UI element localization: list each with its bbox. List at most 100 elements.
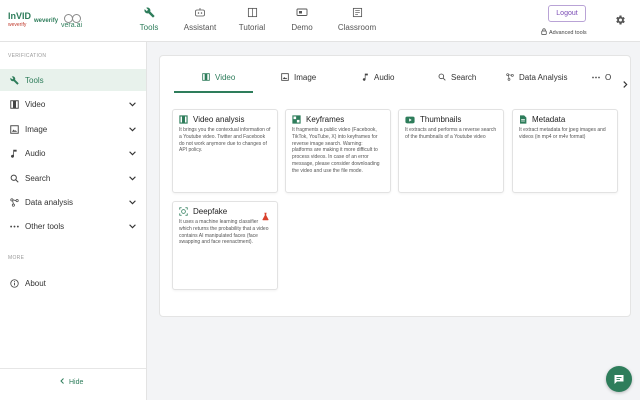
- tool-description: It uses a machine learning classifier wh…: [179, 219, 269, 246]
- sidebar-item-video[interactable]: Video: [0, 93, 146, 115]
- info-icon: [9, 278, 19, 288]
- settings-button[interactable]: [614, 13, 626, 25]
- graph-icon: [9, 197, 19, 207]
- keyframes-icon: [292, 115, 301, 124]
- tabs-scroll-right-button[interactable]: [623, 75, 628, 93]
- sidebar-section-verification: VERIFICATION: [8, 53, 47, 59]
- active-tab-indicator: [174, 91, 253, 93]
- tab-audio-label: Audio: [374, 72, 395, 82]
- sidebar-item-label: Image: [25, 124, 48, 134]
- tool-description: It extract metadata for jpeg images and …: [519, 127, 606, 140]
- sidebar-item-search[interactable]: Search: [0, 167, 146, 189]
- top-app-bar: InVID weverify weverify vera.ai Tools As…: [0, 0, 640, 42]
- sidebar-item-label: About: [25, 278, 46, 288]
- topnav-classroom[interactable]: Classroom: [326, 4, 388, 32]
- tool-card-deepfake[interactable]: Deepfake It uses a machine learning clas…: [172, 201, 278, 290]
- topnav-tools[interactable]: Tools: [124, 4, 174, 32]
- tab-video-label: Video: [215, 72, 236, 82]
- more-dots-icon: [592, 76, 600, 79]
- youtube-icon: [405, 116, 415, 124]
- chevron-down-icon: [129, 198, 136, 207]
- chevron-down-icon: [129, 149, 136, 158]
- invid-logo-text: InVID: [8, 11, 32, 21]
- tab-search[interactable]: Search: [438, 62, 476, 92]
- tool-card-video-analysis[interactable]: Video analysis It brings you the context…: [172, 109, 278, 193]
- tools-panel: Video Image Audio Search Data Analysis O: [159, 55, 631, 317]
- hide-sidebar-button[interactable]: Hide: [60, 378, 83, 386]
- search-icon: [9, 173, 19, 183]
- top-navigation: Tools Assistant Tutorial Demo Classroom: [124, 4, 388, 32]
- tab-other[interactable]: O: [592, 62, 611, 92]
- tool-title: Keyframes: [306, 115, 345, 124]
- topnav-assistant[interactable]: Assistant: [174, 4, 226, 32]
- sidebar-item-about[interactable]: About: [0, 272, 146, 294]
- sidebar-item-other-tools[interactable]: Other tools: [0, 215, 146, 237]
- hide-sidebar-label: Hide: [69, 378, 84, 386]
- logout-button[interactable]: Logout: [548, 5, 586, 22]
- graph-icon: [506, 73, 514, 81]
- invid-logo[interactable]: InVID weverify: [8, 12, 31, 30]
- category-tabs: Video Image Audio Search Data Analysis O: [166, 62, 628, 93]
- advanced-tools-link[interactable]: Advanced tools: [541, 28, 587, 37]
- tool-card-keyframes[interactable]: Keyframes It fragments a public video (F…: [285, 109, 391, 193]
- image-icon: [9, 124, 19, 134]
- brand-logos: InVID weverify weverify vera.ai: [8, 9, 82, 33]
- sidebar-item-audio[interactable]: Audio: [0, 142, 146, 164]
- chat-bubble-icon: [614, 374, 624, 384]
- topnav-demo[interactable]: Demo: [278, 4, 326, 32]
- tool-title: Metadata: [532, 115, 566, 124]
- sidebar-item-tools[interactable]: Tools: [0, 69, 146, 91]
- tab-data-analysis-label: Data Analysis: [519, 72, 568, 82]
- film-icon: [179, 115, 188, 124]
- sidebar-item-label: Video: [25, 99, 46, 109]
- tab-image[interactable]: Image: [281, 62, 316, 92]
- chevron-down-icon: [129, 222, 136, 231]
- tab-video[interactable]: Video: [202, 62, 235, 92]
- tool-title: Deepfake: [193, 207, 228, 216]
- vera-logo[interactable]: vera.ai: [61, 13, 82, 29]
- sidebar-item-label: Data analysis: [25, 197, 74, 207]
- weverify-logo[interactable]: weverify: [34, 18, 58, 24]
- face-scan-icon: [179, 207, 188, 216]
- video-camera-icon: [278, 4, 326, 20]
- tab-audio[interactable]: Audio: [362, 62, 394, 92]
- chevron-down-icon: [129, 125, 136, 134]
- topnav-classroom-label: Classroom: [337, 23, 377, 32]
- sidebar-item-image[interactable]: Image: [0, 118, 146, 140]
- robot-icon: [174, 4, 226, 20]
- sidebar-section-more: MORE: [8, 255, 25, 261]
- topnav-tutorial-label: Tutorial: [238, 23, 266, 32]
- chevron-right-icon: [623, 81, 628, 88]
- experimental-flask-icon: [261, 208, 270, 226]
- sidebar-item-data-analysis[interactable]: Data analysis: [0, 191, 146, 213]
- sidebar-divider: [0, 368, 146, 369]
- sidebar-item-label: Other tools: [25, 221, 65, 231]
- topnav-tools-label: Tools: [139, 23, 159, 32]
- chevron-left-icon: [60, 378, 64, 386]
- sidebar: VERIFICATION Tools Video Image Audio Sea…: [0, 42, 147, 400]
- topnav-assistant-label: Assistant: [183, 23, 217, 32]
- wrench-icon: [124, 4, 174, 20]
- vera-eyes-icon: [63, 13, 81, 23]
- sidebar-item-label: Audio: [25, 148, 46, 158]
- invid-logo-sub: weverify: [8, 22, 27, 28]
- film-icon: [202, 73, 210, 81]
- tool-card-metadata[interactable]: Metadata It extract metadata for jpeg im…: [512, 109, 618, 193]
- topnav-demo-label: Demo: [291, 23, 313, 32]
- classroom-icon: [326, 4, 388, 20]
- wrench-icon: [9, 75, 19, 85]
- chevron-down-icon: [129, 174, 136, 183]
- tab-other-label: O: [605, 72, 612, 82]
- chat-feedback-button[interactable]: [606, 366, 632, 392]
- sidebar-item-label: Search: [25, 173, 51, 183]
- tab-data-analysis[interactable]: Data Analysis: [506, 62, 567, 92]
- more-dots-icon: [9, 221, 19, 231]
- tool-card-thumbnails[interactable]: Thumbnails It extracts and performs a re…: [398, 109, 504, 193]
- advanced-tools-label: Advanced tools: [549, 29, 587, 36]
- music-note-icon: [9, 148, 19, 158]
- topnav-tutorial[interactable]: Tutorial: [226, 4, 278, 32]
- chevron-down-icon: [129, 100, 136, 109]
- tool-title: Thumbnails: [420, 115, 462, 124]
- tool-description: It brings you the contextual information…: [179, 127, 271, 154]
- image-icon: [281, 73, 289, 81]
